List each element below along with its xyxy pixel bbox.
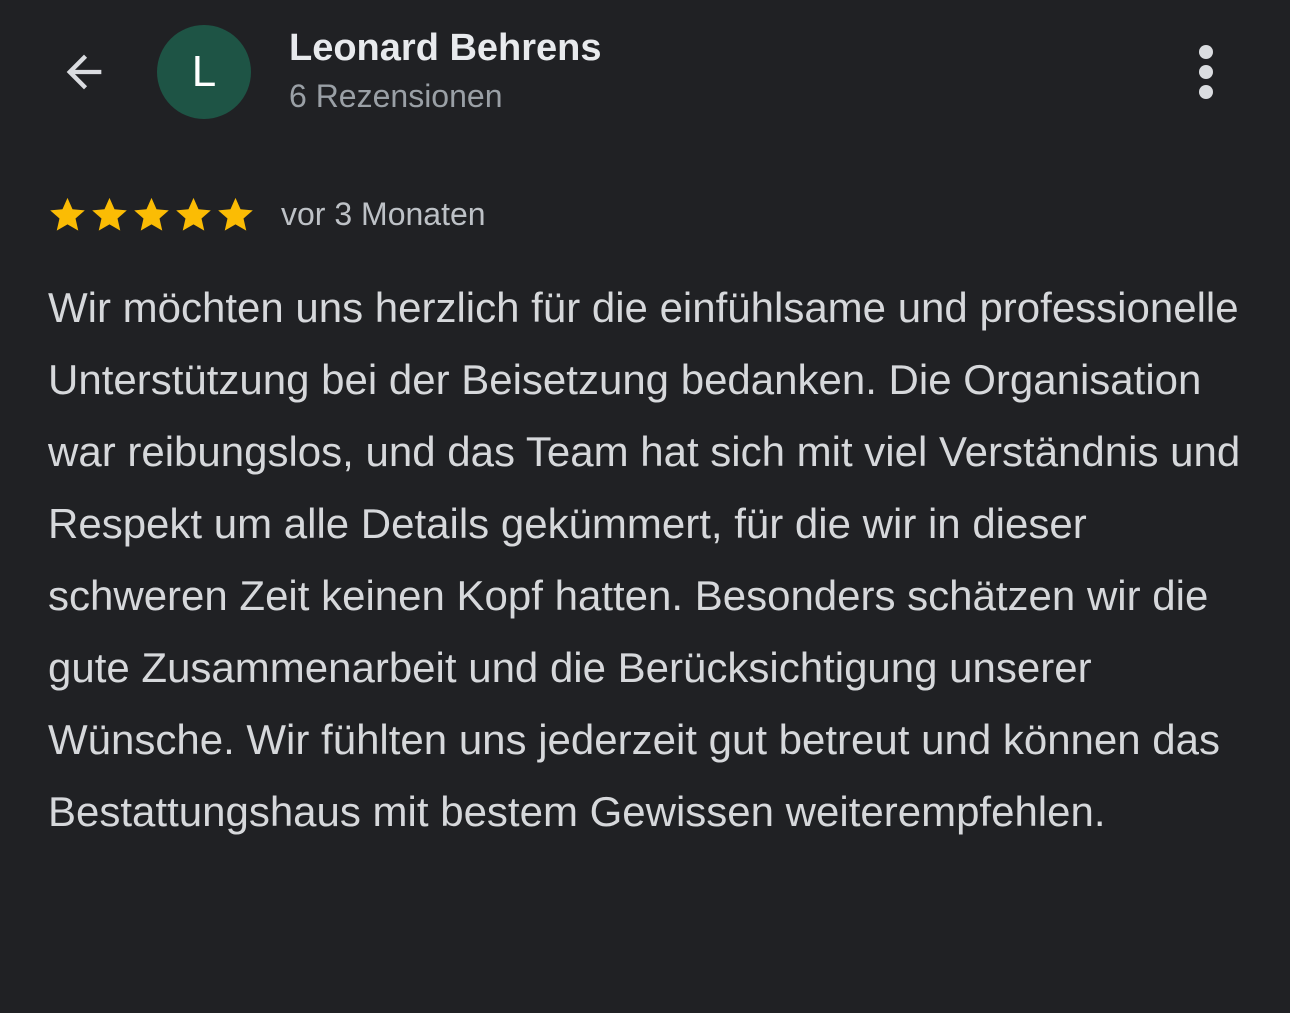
- more-options-button[interactable]: [1172, 36, 1240, 108]
- author-name[interactable]: Leonard Behrens: [289, 27, 602, 70]
- star-icon: [50, 197, 85, 231]
- star-rating: [48, 195, 255, 234]
- star-icon: [92, 197, 127, 231]
- rating-row: vor 3 Monaten: [48, 190, 486, 238]
- author-review-count: 6 Rezensionen: [289, 78, 503, 114]
- review-text: Wir möchten uns herzlich für die einfühl…: [48, 284, 1241, 835]
- star-icon: [134, 197, 169, 231]
- star-icon: [176, 197, 211, 231]
- avatar[interactable]: L: [157, 25, 251, 119]
- review-date: vor 3 Monaten: [281, 195, 486, 232]
- avatar-initial: L: [191, 47, 217, 96]
- arrow-left-icon: [66, 54, 102, 90]
- more-vert-icon: [1199, 45, 1213, 99]
- review-page: L Leonard Behrens 6 Rezensionen vor 3 Mo…: [0, 0, 1290, 1013]
- back-button[interactable]: [44, 36, 124, 108]
- star-icon: [218, 197, 253, 231]
